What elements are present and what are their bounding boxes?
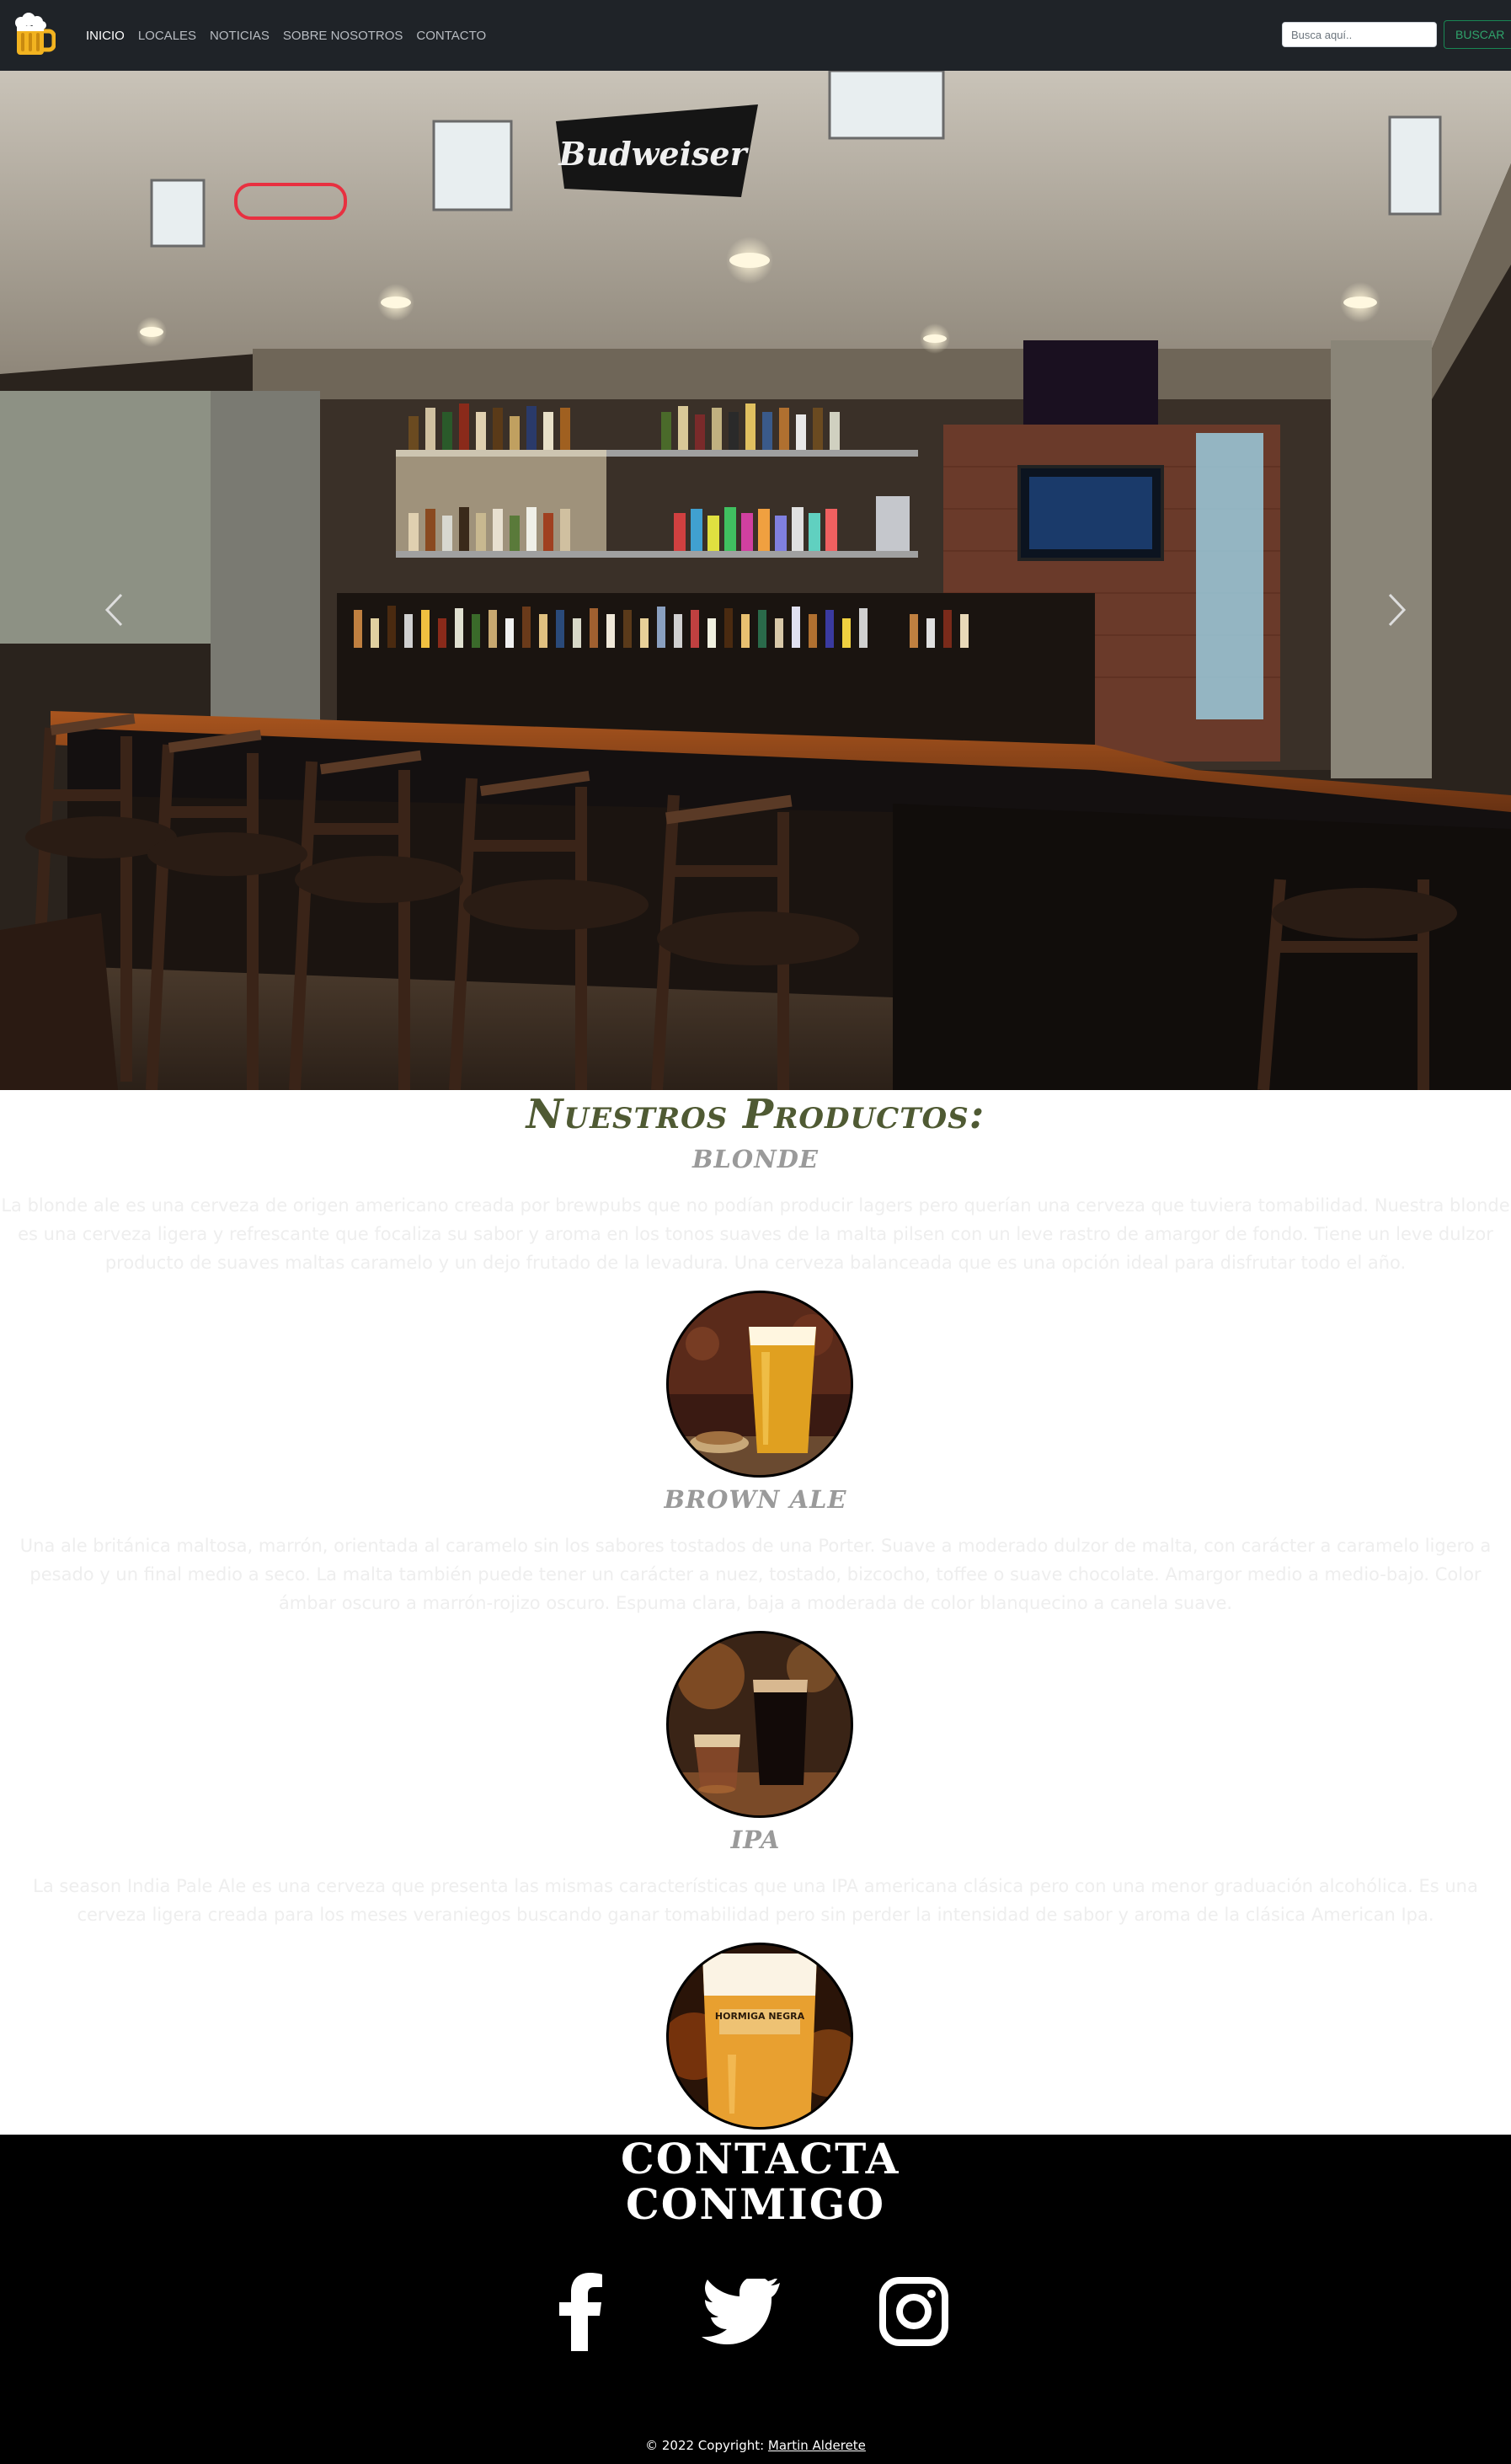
search-form: BUSCAR [1282,20,1511,49]
facebook-link[interactable] [547,2269,615,2354]
navbar: INICIO LOCALES NOTICIAS SOBRE NOSOTROS C… [0,0,1511,71]
hero-carousel: Budweiser [0,71,1511,1090]
facebook-icon [559,2273,602,2351]
product-description-blonde: La blonde ale es una cerveza de origen a… [1,1195,1510,1273]
search-button[interactable]: BUSCAR [1444,20,1511,49]
products-title: Nuestros Productos: [526,1091,985,1138]
author-link[interactable]: Martin Alderete [768,2438,866,2453]
carousel-next-button[interactable] [1355,543,1439,677]
product-image-brown-ale [666,1631,853,1818]
chevron-left-icon [104,593,123,627]
nav-link-sobre-nosotros[interactable]: SOBRE NOSOTROS [276,29,410,43]
twitter-icon [702,2279,780,2344]
product-description-ipa: La season India Pale Ale es una cerveza … [33,1876,1478,1925]
nav-link-contacto[interactable]: CONTACTO [409,29,493,43]
copyright: © 2022 Copyright: Martin Alderete [0,2438,1511,2453]
nav-link-locales[interactable]: LOCALES [131,29,203,43]
instagram-icon [879,2277,948,2346]
product-description-brown-ale: Una ale británica maltosa, marrón, orien… [19,1536,1492,1613]
chevron-right-icon [1388,593,1407,627]
nav-links: INICIO LOCALES NOTICIAS SOBRE NOSOTROS C… [79,29,493,43]
footer-title-text: CONTACTA CONMIGO [621,2134,900,2229]
copyright-text: © 2022 Copyright: [645,2438,768,2453]
product-image-blonde [666,1291,853,1478]
nav-link-inicio[interactable]: INICIO [79,29,131,43]
beer-mug-icon[interactable] [13,13,56,58]
glass-label: HORMIGA NEGRA [715,2011,805,2022]
carousel-prev-button[interactable] [72,543,156,677]
budweiser-sign: Budweiser [558,135,749,173]
footer: CONTACTA CONMIGO © 2022 Copyright: Marti… [0,2135,1511,2464]
products-section: Nuestros Productos: BLONDE La blonde ale… [0,1090,1511,2135]
nav-link-noticias[interactable]: NOTICIAS [203,29,276,43]
instagram-link[interactable] [876,2269,952,2354]
product-name-brown-ale: BROWN ALE [664,1485,847,1514]
bar-interior-image: Budweiser [0,71,1511,1090]
footer-title: CONTACTA CONMIGO [0,2136,1511,2227]
product-name-ipa: IPA [730,1825,781,1854]
twitter-link[interactable] [699,2269,783,2354]
search-input[interactable] [1282,22,1437,47]
product-name-blonde: BLONDE [692,1145,819,1173]
product-image-ipa: HORMIGA NEGRA [666,1943,853,2130]
